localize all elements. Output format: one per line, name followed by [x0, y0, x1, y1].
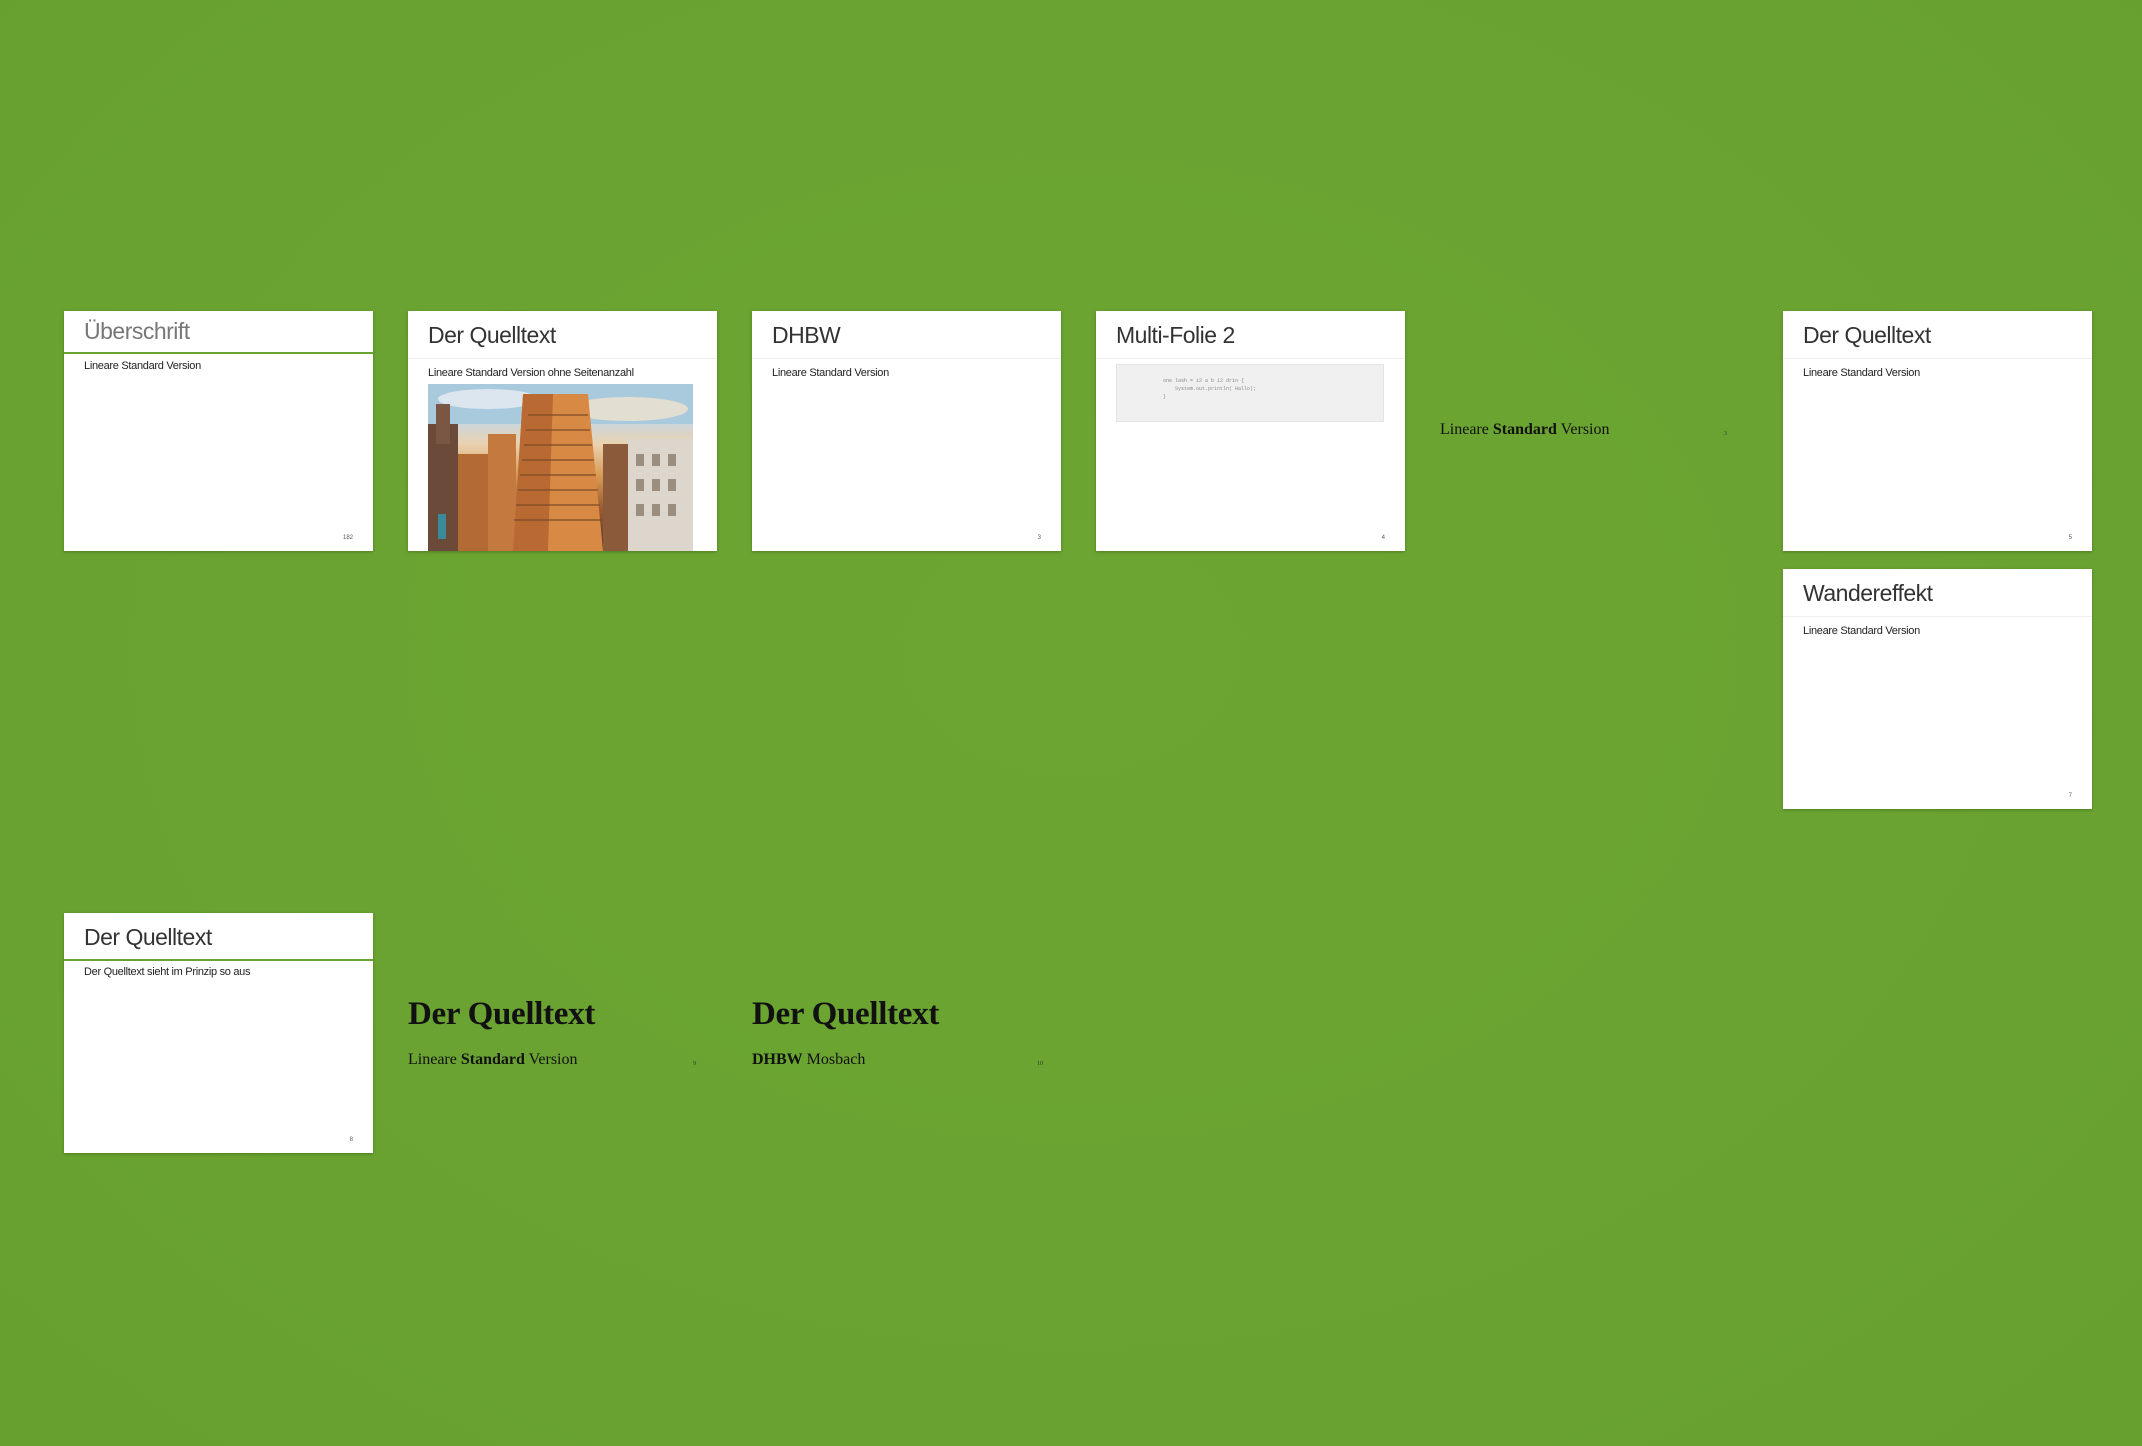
slide-subtitle: Lineare Standard Version [1440, 421, 1609, 439]
page-number: 8 [349, 1137, 353, 1143]
slide-subtitle: Lineare Standard Version ohne Seitenanza… [428, 367, 634, 379]
slide-thumbnail-5[interactable]: Lineare Standard Version 3 [1440, 311, 1749, 551]
slide-thumbnail-6[interactable]: Der Quelltext Lineare Standard Version 5 [1783, 311, 2092, 551]
slide-title: DHBW [772, 322, 841, 348]
slide-title: Wandereffekt [1803, 580, 1933, 606]
page-number: 3 [1724, 431, 1727, 437]
subtitle-bold: Standard [1492, 421, 1557, 438]
page-number: 5 [2068, 535, 2072, 541]
subtitle-part: Lineare [408, 1051, 461, 1068]
slide-title: Der Quelltext [408, 996, 596, 1032]
slide-thumbnail-8[interactable]: Der Quelltext Der Quelltext sieht im Pri… [64, 913, 373, 1153]
slide-title: Überschrift [84, 318, 190, 344]
slide-subtitle: Lineare Standard Version [772, 367, 889, 379]
subtitle-part: Mosbach [802, 1051, 866, 1068]
slide-subtitle: Lineare Standard Version [84, 360, 201, 372]
page-number: 7 [2068, 793, 2072, 799]
slide-thumbnail-3[interactable]: DHBW Lineare Standard Version 3 [752, 311, 1061, 551]
slide-subtitle: Lineare Standard Version [408, 1051, 577, 1069]
slide-title: Multi-Folie 2 [1116, 322, 1235, 348]
slide-subtitle: Lineare Standard Version [1803, 367, 1920, 379]
slide-thumbnail-10[interactable]: Der Quelltext DHBW Mosbach 10 [752, 913, 1061, 1153]
slide-thumbnail-2[interactable]: Der Quelltext Lineare Standard Version o… [408, 311, 717, 551]
page-number: 10 [1037, 1061, 1043, 1067]
slide-thumbnail-4[interactable]: Multi-Folie 2 one lash = i2 a b i2 drin … [1096, 311, 1405, 551]
slide-thumbnail-7[interactable]: Wandereffekt Lineare Standard Version 7 [1783, 569, 2092, 809]
slide-subtitle: Lineare Standard Version [1803, 625, 1920, 637]
page-number: 4 [1381, 535, 1385, 541]
slide-title: Der Quelltext [1803, 322, 1931, 348]
subtitle-part: Lineare [1440, 421, 1493, 438]
subtitle-bold: DHBW [752, 1051, 803, 1068]
slide-title: Der Quelltext [84, 924, 212, 950]
city-photo-illustration [428, 384, 693, 551]
title-divider [1096, 358, 1405, 359]
subtitle-part: Version [524, 1051, 578, 1068]
page-number: 3 [1037, 535, 1041, 541]
slide-thumbnail-9[interactable]: Der Quelltext Lineare Standard Version 9 [408, 913, 717, 1153]
slide-title: Der Quelltext [428, 322, 556, 348]
subtitle-part: Version [1556, 421, 1610, 438]
city-photo [428, 384, 693, 551]
subtitle-bold: Standard [460, 1051, 525, 1068]
page-number: 182 [342, 535, 353, 541]
slide-thumbnail-1[interactable]: Überschrift Lineare Standard Version 182 [64, 311, 373, 551]
page-number: 9 [693, 1061, 696, 1067]
title-divider [1783, 358, 2092, 359]
code-block: one lash = i2 a b i2 drin { System.out.p… [1116, 364, 1384, 422]
slide-subtitle: Der Quelltext sieht im Prinzip so aus [84, 966, 251, 978]
title-divider [64, 959, 373, 961]
title-divider [752, 358, 1061, 359]
title-divider [1783, 616, 2092, 617]
title-divider [64, 352, 373, 354]
slide-title: Der Quelltext [752, 996, 940, 1032]
slide-subtitle: DHBW Mosbach [752, 1051, 865, 1069]
title-divider [408, 358, 717, 359]
